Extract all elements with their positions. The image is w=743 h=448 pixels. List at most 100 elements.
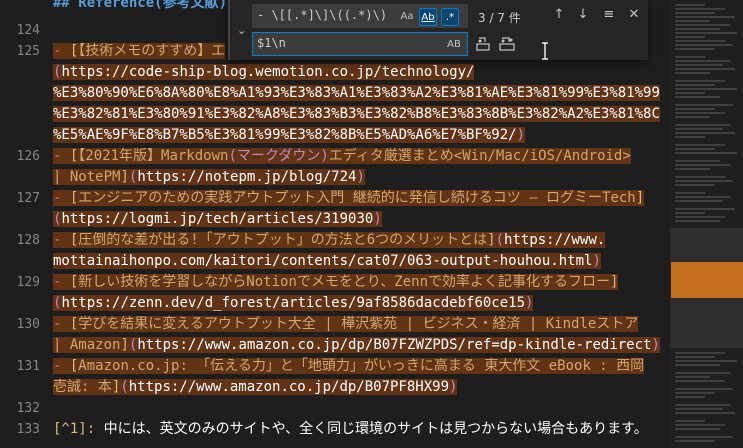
- token-par: (: [120, 379, 129, 395]
- line-content: (https://code-ship-blog.wemotion.co.jp/t…: [53, 62, 670, 83]
- editor-line[interactable]: 126 - [【2021年版】Markdown(マークダウン)エディタ厳選まとめ<…: [0, 146, 670, 167]
- token-par: ): [356, 169, 365, 185]
- editor-line[interactable]: 132: [0, 398, 670, 419]
- text-cursor-icon: [542, 42, 548, 60]
- token-par: ): [373, 211, 382, 227]
- minimap-line: [675, 176, 725, 178]
- minimap-line: [675, 396, 705, 398]
- minimap-line: [675, 56, 705, 58]
- editor-line[interactable]: 壱誠: 本](https://www.amazon.co.jp/dp/B07PF…: [0, 377, 670, 398]
- line-content: - [圧倒的な差が出る!「アウトプット」の方法と6つのメリットとは](https…: [53, 230, 670, 251]
- token-url: https://zenn.dev/d_forest/articles/9af85…: [61, 295, 526, 311]
- line-number: 126: [16, 149, 40, 164]
- editor-line[interactable]: 130 - [学びを結果に変えるアウトプット大全 | 樺沢紫苑 | ビジネス・経済…: [0, 314, 670, 335]
- token-url: https://code-ship-blog.wemotion.co.jp/te…: [61, 64, 475, 80]
- minimap-line: [675, 144, 725, 146]
- minimap-line: [675, 160, 720, 162]
- find-in-selection-button[interactable]: ≡: [600, 6, 618, 24]
- find-input[interactable]: - \[[.*]\]\((.*)\) Aa Ab .*: [252, 4, 468, 28]
- minimap-line: [675, 372, 730, 374]
- minimap-line: [675, 424, 725, 426]
- minimap-line: [675, 376, 710, 378]
- editor-pane[interactable]: ## Reference(参考文献) 124 125- [【技術メモのすすめ】エ (h…: [0, 0, 670, 448]
- minimap-line: [675, 96, 720, 98]
- token-br: ]: [610, 274, 619, 290]
- token-dash: -: [53, 148, 70, 164]
- minimap-line: [675, 352, 725, 354]
- minimap-line: [675, 72, 710, 74]
- line-content: %E5%AE%9F%E8%B7%B5%E3%81%99%E3%82%8B%E5%…: [53, 125, 670, 146]
- line-content: mottainaihonpo.com/kaitori/contents/cat0…: [53, 251, 670, 272]
- token-par: (マークダウン): [228, 148, 329, 164]
- line-content: (https://zenn.dev/d_forest/articles/9af8…: [53, 293, 670, 314]
- editor-line[interactable]: %E5%AE%9F%E8%B7%B5%E3%81%99%E3%82%8B%E5%…: [0, 125, 670, 146]
- close-find-button[interactable]: ✕: [625, 6, 643, 24]
- line-content: - [Amazon.co.jp: 「伝える力」と「地頭力」がいっきに高まる 東大…: [53, 356, 670, 377]
- editor-line[interactable]: (https://code-ship-blog.wemotion.co.jp/t…: [0, 62, 670, 83]
- token-txt: 学びを結果に変えるアウトプット大全 | 樺沢紫苑 | ビジネス・経済 | Kin…: [78, 316, 639, 332]
- token-par: ): [651, 337, 660, 353]
- minimap-line: [675, 404, 730, 406]
- minimap-line: [675, 88, 737, 90]
- token-par: ): [449, 379, 458, 395]
- token-txt: エンジニアのための実践アウトプット入門 継続的に発信し続けるコツ – ログミーT…: [78, 190, 636, 206]
- chevron-down-icon: ⌄: [237, 24, 247, 37]
- line-content: | Amazon](https://www.amazon.co.jp/dp/B0…: [53, 335, 670, 356]
- editor-line[interactable]: %E3%82%81%E3%80%91%E3%82%A8%E3%83%B3%E3%…: [0, 104, 670, 125]
- token-par: ): [592, 253, 601, 269]
- minimap-line: [675, 388, 733, 390]
- line-number: 129: [16, 275, 40, 290]
- replace-one-icon[interactable]: [474, 35, 492, 53]
- line-number: 130: [16, 317, 40, 332]
- minimap-line: [675, 180, 733, 182]
- token-dash: -: [53, 316, 70, 332]
- match-count: 3 / 7 件: [478, 11, 521, 25]
- use-regex-toggle[interactable]: .*: [441, 8, 459, 26]
- match-whole-word-toggle[interactable]: Ab: [419, 8, 437, 26]
- editor-line[interactable]: %E3%80%90%E6%8A%80%E8%A1%93%E3%83%A1%E3%…: [0, 83, 670, 104]
- replace-all-icon[interactable]: [498, 35, 516, 53]
- token-txt: 【技術メモのすすめ】エ: [78, 43, 226, 59]
- token-par: (: [495, 232, 505, 248]
- editor-line[interactable]: | NotePM](https://notepm.jp/blog/724): [0, 167, 670, 188]
- editor-line[interactable]: (https://zenn.dev/d_forest/articles/9af8…: [0, 293, 670, 314]
- previous-match-button[interactable]: ↑: [550, 6, 568, 24]
- minimap-line: [675, 132, 735, 134]
- token-heading: ## Reference(参考文献): [53, 0, 228, 11]
- token-url: https://www.amazon.co.jp/dp/B07FZWZPDS/r…: [137, 337, 652, 353]
- editor-line[interactable]: 131 - [Amazon.co.jp: 「伝える力」と「地頭力」がいっきに高まる…: [0, 356, 670, 377]
- minimap-line: [675, 184, 715, 186]
- line-content: (https://logmi.jp/tech/articles/319030): [53, 209, 670, 230]
- minimap-line: [675, 24, 730, 26]
- editor-line[interactable]: mottainaihonpo.com/kaitori/contents/cat0…: [0, 251, 670, 272]
- line-content: 壱誠: 本](https://www.amazon.co.jp/dp/B07PF…: [53, 377, 670, 398]
- match-case-toggle[interactable]: Aa: [398, 8, 416, 26]
- minimap-line: [675, 392, 715, 394]
- line-content: - [エンジニアのための実践アウトプット入門 継続的に発信し続けるコツ – ログ…: [53, 188, 670, 209]
- editor-line[interactable]: 133 [^1]: 中には、英文のみのサイトや、全く同じ環境のサイトは見つからない…: [0, 419, 670, 440]
- token-dash: -: [53, 274, 70, 290]
- minimap-line: [675, 136, 705, 138]
- minimap-line: [675, 428, 720, 430]
- editor-line[interactable]: 129 - [新しい技術を学習しながらNotionでメモをとり、Zennで効率よく…: [0, 272, 670, 293]
- token-url: mottainaihonpo.com/kaitori/contents/cat0…: [53, 253, 593, 269]
- line-number: 125: [16, 44, 40, 59]
- minimap-line: [675, 60, 730, 62]
- replace-input[interactable]: $1\n AB: [252, 32, 468, 56]
- toggle-replace-button[interactable]: ⌄: [234, 0, 250, 60]
- editor-line[interactable]: 127 - [エンジニアのための実践アウトプット入門 継続的に発信し続けるコツ –…: [0, 188, 670, 209]
- minimap[interactable]: [670, 0, 743, 448]
- minimap-line: [675, 124, 730, 126]
- editor-line[interactable]: | Amazon](https://www.amazon.co.jp/dp/B0…: [0, 335, 670, 356]
- token-dash: -: [53, 358, 70, 374]
- line-number: 132: [16, 401, 40, 416]
- token-url: https://notepm.jp/blog/724: [137, 169, 357, 185]
- token-br: ]: [120, 337, 129, 353]
- minimap-line: [675, 32, 737, 34]
- editor-line[interactable]: 128 - [圧倒的な差が出る!「アウトプット」の方法と6つのメリットとは](ht…: [0, 230, 670, 251]
- next-match-button[interactable]: ↓: [574, 6, 592, 24]
- token-txt: 壱誠: 本: [53, 379, 112, 395]
- token-txt: 【2021年版】Markdown: [78, 148, 229, 164]
- editor-line[interactable]: (https://logmi.jp/tech/articles/319030): [0, 209, 670, 230]
- preserve-case-toggle[interactable]: AB: [445, 36, 463, 54]
